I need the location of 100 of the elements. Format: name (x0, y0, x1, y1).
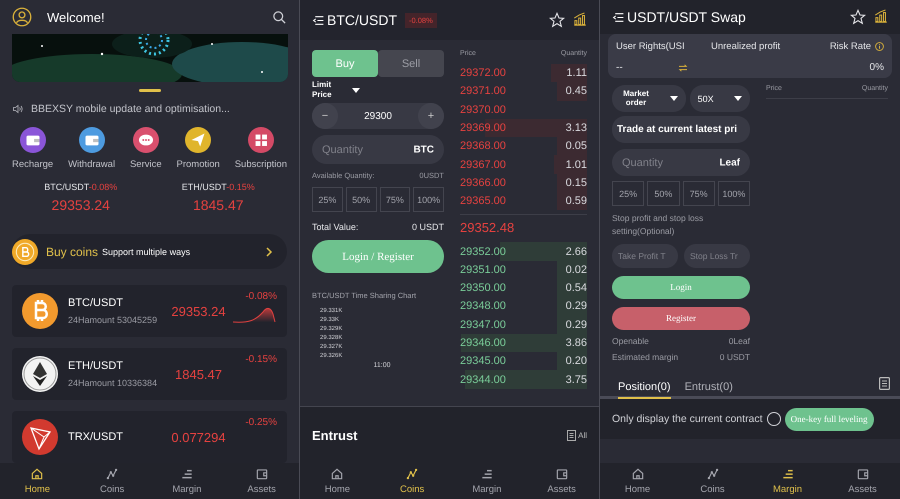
nav-tab[interactable]: Home (0, 463, 75, 499)
percent-button[interactable]: 100% (413, 187, 444, 212)
transfer-icon[interactable] (678, 64, 688, 72)
order-price[interactable]: 29351.00 (460, 264, 506, 276)
chart-icon[interactable] (573, 12, 587, 28)
percent-button[interactable]: 50% (647, 181, 680, 206)
order-price[interactable]: 29352.00 (460, 246, 506, 258)
avatar-icon[interactable] (12, 7, 32, 28)
back-icon[interactable] (612, 10, 625, 24)
side-tab[interactable]: Sell (378, 50, 444, 77)
order-price[interactable]: 29370.00 (460, 104, 506, 116)
nav-tab[interactable]: Home (600, 463, 675, 499)
percent-button[interactable]: 75% (380, 187, 410, 212)
nav-tab[interactable]: Margin (750, 463, 825, 499)
order-price[interactable]: 29367.00 (460, 158, 506, 171)
price-field[interactable]: Trade at current latest pri (612, 116, 750, 143)
order-price[interactable]: 29348.00 (460, 300, 506, 312)
nav-tab[interactable]: Margin (450, 463, 524, 499)
order-quantity: 0.05 (566, 140, 587, 152)
shortcut-label[interactable]: Withdrawal (68, 159, 116, 170)
leverage-dropdown[interactable]: 50X (690, 85, 750, 112)
price-change: -0.15% (245, 354, 277, 365)
nav-tab[interactable]: Coins (74, 463, 150, 499)
last-price: 1845.47 (174, 366, 223, 382)
order-quantity: 0.29 (566, 318, 587, 331)
order-price[interactable]: 29346.00 (460, 337, 506, 349)
order-price[interactable]: 29369.00 (460, 122, 506, 134)
order-price[interactable]: 29347.00 (460, 318, 506, 331)
order-price[interactable]: 29365.00 (460, 195, 506, 208)
star-icon[interactable] (850, 9, 866, 25)
ticker-pair[interactable]: ETH/USDT (182, 182, 226, 192)
notice-text[interactable]: BBEXSY mobile update and optimisation... (31, 103, 230, 116)
document-icon[interactable] (879, 377, 890, 390)
market-card[interactable]: ETH/USDT 24Hamount 10336384 1845.47 -0.15% (12, 348, 287, 400)
caret-icon (670, 96, 678, 101)
shortcut-label[interactable]: Subscription (234, 159, 287, 170)
back-icon[interactable] (312, 14, 325, 26)
paper-plane-icon[interactable] (185, 127, 212, 153)
pair-title[interactable]: BTC/USDT (327, 12, 397, 28)
percent-button[interactable]: 100% (718, 181, 750, 206)
filter-label: Only display the current contract (612, 413, 763, 425)
percent-button[interactable]: 50% (346, 187, 376, 212)
speaker-icon (12, 103, 24, 116)
price-change: -0.15% (226, 182, 255, 192)
nav-tab[interactable]: Assets (524, 463, 599, 499)
stop-loss-field[interactable]: Stop Loss Tr (684, 244, 750, 268)
ticker-pair[interactable]: BTC/USDT (44, 182, 89, 192)
order-quantity: 3.75 (566, 374, 587, 386)
shortcut-label[interactable]: Service (130, 159, 162, 170)
chart-icon[interactable] (874, 9, 888, 25)
order-type-dropdown[interactable]: Limit Price (312, 77, 444, 103)
home-icon (630, 467, 644, 481)
stop-note: Stop profit and stop loss setting(Optional) (612, 212, 704, 238)
radio-button[interactable] (766, 412, 781, 426)
order-price[interactable]: 29371.00 (460, 85, 506, 98)
info-icon[interactable] (875, 42, 884, 51)
market-card[interactable]: BTC/USDT 24Hamount 53045259 29353.24 -0.08% (12, 285, 287, 337)
order-price[interactable]: 29350.00 (460, 282, 506, 294)
take-profit-field[interactable]: Take Profit T (612, 244, 678, 268)
market-card[interactable]: TRX/USDT 0.077294 -0.25% (12, 411, 287, 463)
order-quantity: 3.86 (566, 337, 587, 349)
plus-button[interactable]: + (418, 103, 444, 129)
price-value: 29300 (364, 110, 392, 122)
nav-tab[interactable]: Assets (224, 463, 299, 499)
order-quantity: 1.01 (566, 158, 587, 171)
shortcut-label[interactable]: Recharge (12, 159, 54, 170)
chat-icon[interactable] (132, 127, 159, 153)
nav-tab[interactable]: Coins (374, 463, 450, 499)
order-price[interactable]: 29368.00 (460, 140, 506, 152)
nav-tab[interactable]: Coins (675, 463, 750, 499)
price-stepper[interactable]: − 29300 + (312, 103, 444, 129)
order-price[interactable]: 29344.00 (460, 374, 506, 386)
price-change: -0.08% (245, 291, 277, 302)
percent-button[interactable]: 75% (682, 181, 715, 206)
register-button[interactable]: Register (612, 306, 750, 330)
order-quantity: 0.20 (566, 355, 587, 368)
minus-button[interactable]: − (312, 103, 338, 129)
nav-tab[interactable]: Margin (150, 463, 224, 499)
percent-button[interactable]: 25% (312, 187, 343, 212)
nav-tab[interactable]: Home (300, 463, 375, 499)
percent-button[interactable]: 25% (612, 181, 644, 206)
nav-tab[interactable]: Assets (825, 463, 900, 499)
order-price[interactable]: 29366.00 (460, 176, 506, 189)
promo-banner[interactable]: Buy coins Support multiple ways (12, 234, 287, 269)
order-quantity: 0.54 (566, 282, 587, 294)
order-quantity: 0.15 (566, 176, 587, 189)
shortcut-label[interactable]: Promotion (176, 159, 220, 170)
star-icon[interactable] (549, 12, 565, 28)
total-value: 0 USDT (412, 222, 444, 232)
wallet-icon[interactable] (78, 127, 105, 153)
grid-icon[interactable] (248, 127, 274, 153)
wallet-icon[interactable] (20, 127, 46, 153)
pair-title[interactable]: USDT/USDT Swap (627, 9, 746, 25)
order-price[interactable]: 29372.00 (460, 67, 506, 80)
all-link[interactable]: All (567, 430, 587, 440)
order-price[interactable]: 29345.00 (460, 355, 506, 368)
order-type-dropdown[interactable]: Market order (612, 85, 686, 112)
search-icon[interactable] (272, 10, 287, 25)
promo-title: Buy coins (46, 244, 98, 258)
position-tab[interactable]: Entrust(0) (684, 381, 733, 396)
